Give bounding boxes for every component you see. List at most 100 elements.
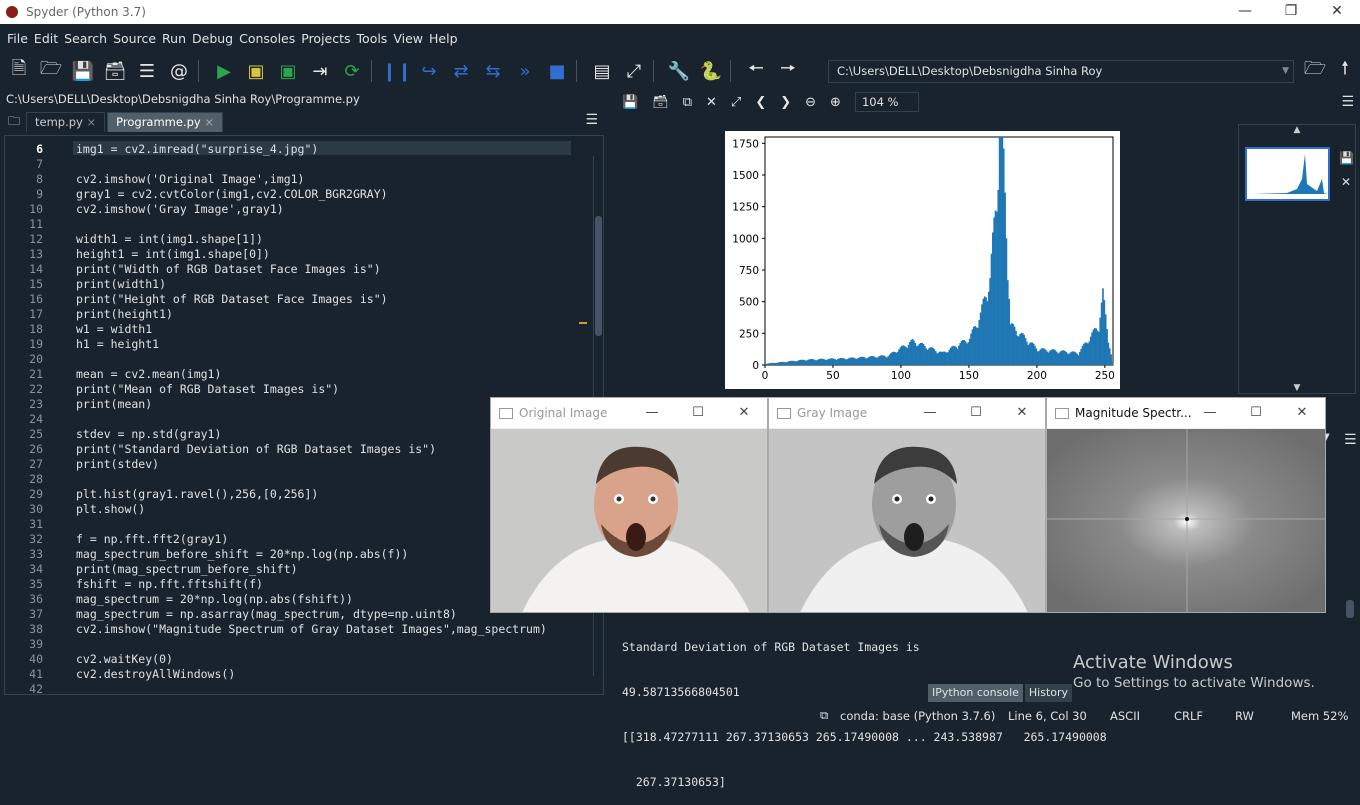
cv-window-header[interactable]: Original Image — ☐ ✕	[491, 398, 767, 428]
back-arrow-icon[interactable]: 🠔	[743, 58, 769, 84]
close-icon[interactable]: ✕	[1314, 0, 1360, 24]
parent-dir-icon[interactable]: 🠕	[1332, 58, 1358, 84]
menu-run[interactable]: Run	[162, 31, 186, 46]
step-icon[interactable]: ↪	[416, 58, 442, 84]
menu-consoles[interactable]: Consoles	[239, 31, 295, 46]
tab-temp[interactable]: temp.py ×	[26, 112, 106, 132]
working-directory-input[interactable]: C:\Users\DELL\Desktop\Debsnigdha Sinha R…	[828, 60, 1294, 83]
browse-tabs-icon[interactable]: 🗀	[2, 112, 26, 132]
run-cell-advance-icon[interactable]: ▣	[275, 58, 301, 84]
minimize-icon[interactable]: —	[629, 398, 675, 428]
step-return-icon[interactable]: ⇆	[480, 58, 506, 84]
chevron-up-icon[interactable]: ▲	[1239, 125, 1355, 135]
histogram-bar	[1111, 362, 1114, 365]
code-line: print("Standard Deviation of RGB Dataset…	[76, 442, 437, 456]
maximize-pane-icon[interactable]: ▤	[589, 58, 615, 84]
menu-source[interactable]: Source	[113, 31, 156, 46]
save-all-plots-icon[interactable]: 🗃	[652, 95, 669, 110]
scroll-thumb[interactable]	[595, 216, 602, 336]
menu-view[interactable]: View	[393, 31, 423, 46]
close-thumb-icon[interactable]: ✕	[1341, 175, 1351, 189]
line-number: 14	[29, 262, 43, 276]
plot-thumbnail[interactable]	[1245, 147, 1330, 201]
plots-options-icon[interactable]: ☰	[1341, 94, 1354, 110]
console-options-icon[interactable]: ☰	[1344, 432, 1357, 448]
chevron-down-icon[interactable]: ▼	[1282, 61, 1289, 82]
list-icon[interactable]: ☰	[134, 58, 160, 84]
fullscreen-icon[interactable]: ⤢	[621, 58, 647, 84]
python-icon[interactable]: 🐍	[698, 58, 724, 84]
window-title-bar: Spyder (Python 3.7) — ❐ ✕	[0, 0, 1360, 24]
new-file-icon[interactable]: 🗎	[6, 58, 32, 84]
wrench-icon[interactable]: 🔧	[666, 58, 692, 84]
run-icon[interactable]: ▶	[211, 58, 237, 84]
menu-debug[interactable]: Debug	[192, 31, 233, 46]
menu-help[interactable]: Help	[429, 31, 458, 46]
close-tab-icon[interactable]: ×	[87, 115, 97, 129]
line-number: 29	[29, 487, 43, 501]
at-icon[interactable]: @	[166, 58, 192, 84]
toolbar-separator	[730, 60, 731, 82]
run-cell-icon[interactable]: ▣	[243, 58, 269, 84]
run-selection-icon[interactable]: ⇥	[307, 58, 333, 84]
code-line: plt.show()	[76, 502, 146, 516]
copy-plot-icon[interactable]: ⧉	[683, 95, 692, 110]
previous-plot-icon[interactable]: ❮	[755, 95, 766, 110]
forward-arrow-icon[interactable]: 🠖	[775, 58, 801, 84]
zoom-level-field[interactable]: 104 %	[854, 92, 919, 112]
zoom-in-icon[interactable]: ⊕	[830, 95, 841, 110]
maximize-icon[interactable]: ☐	[675, 398, 721, 428]
minimize-icon[interactable]: —	[907, 398, 953, 428]
browse-folder-icon[interactable]: 🗁	[1302, 58, 1328, 84]
save-plot-icon[interactable]: 💾	[622, 95, 638, 110]
next-plot-icon[interactable]: ❯	[780, 95, 791, 110]
close-icon[interactable]: ✕	[1279, 398, 1325, 428]
zoom-out-icon[interactable]: ⊖	[805, 95, 816, 110]
tab-temp-label: temp.py	[35, 115, 83, 129]
toolbar-separator	[653, 60, 654, 82]
menu-tools[interactable]: Tools	[357, 31, 388, 46]
minimize-icon[interactable]: —	[1187, 398, 1233, 428]
cv-window-gray[interactable]: Gray Image — ☐ ✕	[768, 397, 1046, 613]
maximize-icon[interactable]: ☐	[1233, 398, 1279, 428]
options-menu-icon[interactable]: ☰	[585, 112, 598, 128]
x-tick-label: 100	[891, 370, 911, 382]
continue-icon[interactable]: »	[512, 58, 538, 84]
remove-plot-icon[interactable]: ✕	[706, 95, 717, 110]
close-tab-icon[interactable]: ×	[204, 115, 214, 129]
maximize-icon[interactable]: ☐	[953, 398, 999, 428]
cv-window-header[interactable]: Magnitude Spectr... — ☐ ✕	[1047, 398, 1325, 428]
menu-file[interactable]: File	[7, 31, 28, 46]
restore-icon[interactable]: ❐	[1268, 0, 1314, 24]
save-thumb-icon[interactable]: 💾	[1339, 151, 1354, 165]
open-folder-icon[interactable]: 🗁	[38, 58, 64, 84]
save-all-icon[interactable]: 🗃	[102, 58, 128, 84]
remove-all-plots-icon[interactable]: ⤢	[731, 95, 741, 110]
y-tick-label: 0	[752, 360, 759, 372]
chevron-down-icon[interactable]: ▼	[1239, 383, 1355, 393]
debug-icon[interactable]: ❙❙	[382, 58, 412, 84]
line-number: 35	[29, 577, 43, 591]
stop-icon[interactable]: ■	[544, 58, 570, 84]
tab-programme[interactable]: Programme.py ×	[107, 112, 224, 132]
rerun-icon[interactable]: ⟳	[339, 58, 365, 84]
cv-window-header[interactable]: Gray Image — ☐ ✕	[769, 398, 1045, 428]
close-icon[interactable]: ✕	[721, 398, 767, 428]
line-number: 27	[29, 457, 43, 471]
console-scrollbar[interactable]	[1346, 600, 1354, 618]
cv-window-original[interactable]: Original Image — ☐ ✕	[490, 397, 768, 613]
step-into-icon[interactable]: ⇄	[448, 58, 474, 84]
tab-ipython-console[interactable]: IPython console	[928, 684, 1023, 702]
y-tick-label: 1250	[732, 202, 759, 214]
save-icon[interactable]: 💾	[70, 58, 96, 84]
cv-window-magnitude[interactable]: Magnitude Spectr... — ☐ ✕	[1046, 397, 1326, 613]
code-line: print(width1)	[76, 277, 167, 291]
close-icon[interactable]: ✕	[999, 398, 1045, 428]
cv-window-title: Gray Image	[797, 406, 868, 420]
menu-projects[interactable]: Projects	[301, 31, 350, 46]
line-number: 6	[36, 142, 43, 156]
menu-edit[interactable]: Edit	[34, 31, 58, 46]
minimize-icon[interactable]: —	[1222, 0, 1268, 24]
menu-search[interactable]: Search	[64, 31, 107, 46]
tab-history[interactable]: History	[1024, 684, 1073, 702]
